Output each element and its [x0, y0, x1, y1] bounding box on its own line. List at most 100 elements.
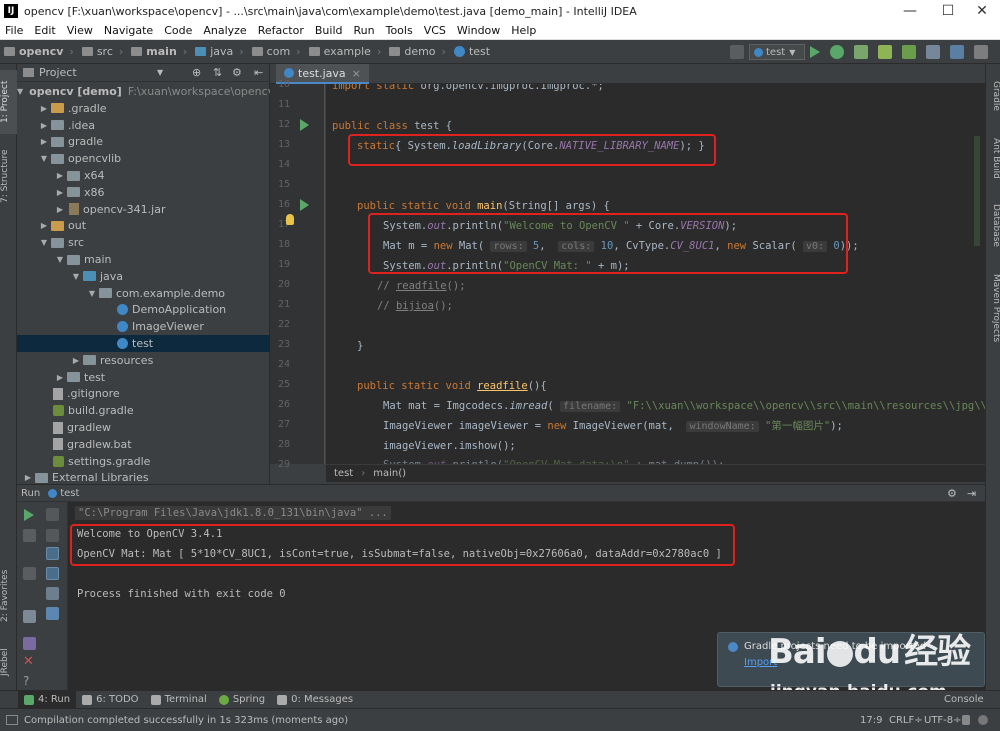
pause-icon[interactable]: [23, 567, 36, 580]
menu-view[interactable]: View: [62, 22, 99, 40]
profile-icon[interactable]: [878, 45, 892, 59]
menu-build[interactable]: Build: [310, 22, 349, 40]
tree-item[interactable]: ▶ gradle: [17, 133, 270, 150]
tool-window-toggle-icon[interactable]: [0, 691, 18, 709]
tree-item[interactable]: DemoApplication: [17, 301, 270, 318]
tab-structure[interactable]: 7: Structure: [0, 140, 17, 212]
tree-item[interactable]: ▼ com.example.demo: [17, 285, 270, 302]
help-icon[interactable]: ?: [23, 674, 29, 688]
breadcrumb-demo[interactable]: demo ›: [385, 45, 450, 58]
down-arrow-icon[interactable]: [46, 529, 59, 542]
tab-maven-projects[interactable]: Maven Projects: [987, 268, 1000, 348]
tree-item[interactable]: ▶ x86: [17, 184, 270, 201]
file-encoding[interactable]: UTF-8÷: [924, 715, 962, 726]
tree-item[interactable]: ▶ .gradle: [17, 100, 270, 117]
tree-item[interactable]: ▼ src: [17, 234, 270, 251]
tree-item[interactable]: ▼ main: [17, 251, 270, 268]
crumb-method-main[interactable]: main(): [373, 468, 406, 479]
clear-all-icon[interactable]: [46, 607, 59, 620]
expanded-arrow-icon[interactable]: ▼: [71, 272, 81, 281]
tree-item[interactable]: gradlew.bat: [17, 436, 270, 453]
tab-run[interactable]: 4: Run: [18, 690, 77, 709]
scroll-to-end-icon[interactable]: [46, 567, 59, 580]
tab-favorites[interactable]: 2: Favorites: [0, 564, 17, 628]
tab-messages[interactable]: 0: Messages: [271, 691, 359, 709]
breadcrumb-src[interactable]: src ›: [78, 45, 127, 58]
collapsed-arrow-icon[interactable]: ▶: [55, 188, 65, 197]
menu-edit[interactable]: Edit: [29, 22, 61, 40]
rerun-icon[interactable]: [24, 509, 34, 521]
run-icon[interactable]: [810, 46, 820, 58]
inspector-icon[interactable]: [978, 715, 988, 725]
print-icon[interactable]: [46, 587, 59, 600]
scroll-from-source-icon[interactable]: ⊕: [192, 66, 201, 79]
lock-icon[interactable]: [962, 715, 970, 725]
collapsed-arrow-icon[interactable]: ▶: [71, 356, 81, 365]
lightbulb-icon[interactable]: [286, 214, 294, 225]
menu-refactor[interactable]: Refactor: [253, 22, 310, 40]
tab-spring[interactable]: Spring: [213, 691, 271, 709]
menu-window[interactable]: Window: [452, 22, 506, 40]
collapsed-arrow-icon[interactable]: ▶: [39, 137, 49, 146]
settings-gear-icon[interactable]: ⚙: [232, 66, 242, 79]
tree-item[interactable]: ▶ opencv-341.jar: [17, 201, 270, 218]
tree-item[interactable]: ▼ opencvlib: [17, 150, 270, 167]
tab-jrebel[interactable]: JRebel: [0, 642, 17, 682]
hide-panel-icon[interactable]: ⇤: [254, 66, 263, 79]
collapsed-arrow-icon[interactable]: ▶: [23, 473, 33, 482]
tree-item[interactable]: build.gradle: [17, 402, 270, 419]
breadcrumb-java[interactable]: java ›: [191, 45, 247, 58]
collapsed-arrow-icon[interactable]: ▶: [39, 121, 49, 130]
search-everywhere-icon[interactable]: [974, 45, 988, 59]
breadcrumb-test[interactable]: test: [450, 45, 494, 58]
coverage-icon[interactable]: [854, 45, 868, 59]
tree-item[interactable]: ImageViewer: [17, 318, 270, 335]
tree-item[interactable]: ▶ out: [17, 217, 270, 234]
tree-item[interactable]: ▶ resources: [17, 352, 270, 369]
menu-help[interactable]: Help: [506, 22, 542, 40]
tree-item[interactable]: gradlew: [17, 419, 270, 436]
tab-todo[interactable]: 6: TODO: [76, 691, 144, 709]
debug-icon[interactable]: [830, 45, 844, 59]
tree-item[interactable]: ▼ java: [17, 268, 270, 285]
run-config-selector[interactable]: test ▼: [749, 44, 805, 60]
collapsed-arrow-icon[interactable]: ▶: [39, 221, 49, 230]
menu-file[interactable]: File: [0, 22, 29, 40]
up-arrow-icon[interactable]: [46, 508, 59, 521]
soft-wrap-icon[interactable]: [46, 547, 59, 560]
hide-panel-icon[interactable]: ⇥: [967, 487, 976, 500]
run-class-gutter-icon[interactable]: [300, 119, 309, 131]
tree-item[interactable]: ▼ opencv [demo] F:\xuan\workspace\opencv: [17, 83, 274, 100]
menu-run[interactable]: Run: [349, 22, 381, 40]
tree-item[interactable]: ▶ .idea: [17, 117, 270, 134]
breadcrumb-main[interactable]: main ›: [127, 45, 191, 58]
close-run-icon[interactable]: ✕: [23, 654, 34, 669]
tree-item[interactable]: .gitignore: [17, 385, 270, 402]
minimize-button[interactable]: —: [892, 0, 928, 22]
expanded-arrow-icon[interactable]: ▼: [17, 87, 23, 96]
menu-tools[interactable]: Tools: [381, 22, 419, 40]
jrebel-run-icon[interactable]: [902, 45, 916, 59]
menu-navigate[interactable]: Navigate: [99, 22, 159, 40]
line-separator[interactable]: CRLF÷: [889, 715, 923, 726]
collapse-all-icon[interactable]: ⇅: [213, 66, 222, 79]
run-config-tab[interactable]: test: [60, 488, 79, 499]
back-icon[interactable]: [730, 45, 744, 59]
menu-code[interactable]: Code: [159, 22, 198, 40]
restore-layout-icon[interactable]: [23, 610, 36, 623]
stop-icon[interactable]: [926, 45, 940, 59]
view-dropdown-icon[interactable]: ▼: [157, 68, 163, 77]
tree-item[interactable]: settings.gradle: [17, 453, 270, 470]
menu-vcs[interactable]: VCS: [419, 22, 452, 40]
caret-position[interactable]: 17:9: [860, 715, 882, 726]
collapsed-arrow-icon[interactable]: ▶: [55, 171, 65, 180]
expanded-arrow-icon[interactable]: ▼: [87, 289, 97, 298]
settings-gear-icon[interactable]: ⚙: [947, 487, 957, 500]
tab-database[interactable]: Database: [987, 198, 1000, 252]
menu-analyze[interactable]: Analyze: [198, 22, 252, 40]
tab-gradle[interactable]: Gradle: [987, 76, 1000, 116]
tree-item[interactable]: ▶ test: [17, 369, 270, 386]
close-window-button[interactable]: ✕: [964, 0, 1000, 22]
pin-icon[interactable]: [23, 637, 36, 650]
run-main-gutter-icon[interactable]: [300, 199, 309, 211]
